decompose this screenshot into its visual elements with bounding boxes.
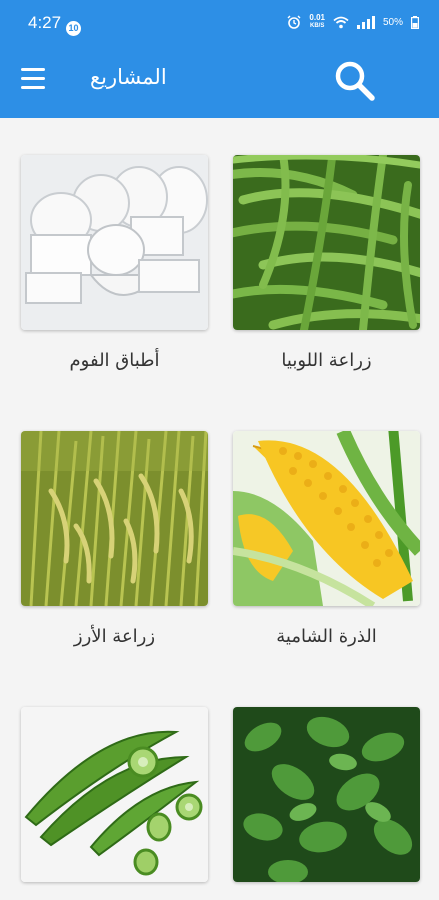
status-time: 4:27 <box>28 13 62 32</box>
project-label: الذرة الشامية <box>276 626 377 647</box>
rice-field-photo <box>21 431 208 606</box>
leafy-plant-photo <box>233 707 420 882</box>
project-label: أطباق الفوم <box>69 350 160 371</box>
project-card-rice[interactable]: زراعة الأرز <box>21 431 208 647</box>
app-bar: المشاريع <box>0 42 439 118</box>
wifi-icon <box>333 16 349 28</box>
status-icons: 0.01 KB/S 50% <box>287 14 419 30</box>
okra-photo <box>21 707 208 882</box>
project-card-leafy-plant[interactable] <box>233 707 420 882</box>
net-speed-value: 0.01 <box>309 13 325 22</box>
alarm-icon <box>287 15 301 29</box>
page-title: المشاريع <box>90 65 167 89</box>
project-card-corn[interactable]: الذرة الشامية <box>233 431 420 647</box>
project-card-okra[interactable] <box>21 707 208 882</box>
project-label: زراعة الأرز <box>73 626 156 647</box>
foam-plates-photo <box>21 155 208 330</box>
green-beans-photo <box>233 155 420 330</box>
project-card-foam-plates[interactable]: أطباق الفوم <box>21 155 208 371</box>
signal-icon <box>356 15 375 29</box>
corn-photo <box>233 431 420 606</box>
projects-grid: زراعة اللوبيا أطباق الفوم الذرة الشامية … <box>0 118 439 900</box>
notification-count-badge: 10 <box>66 21 81 36</box>
search-icon[interactable] <box>332 58 376 102</box>
status-bar: 4:27 10 0.01 KB/S 50% <box>0 0 439 42</box>
battery-percentage: 50% <box>382 16 403 28</box>
battery-icon <box>411 15 419 29</box>
net-speed-unit: KB/S <box>310 23 325 29</box>
hamburger-menu-icon[interactable] <box>21 68 47 92</box>
project-card-green-beans[interactable]: زراعة اللوبيا <box>233 155 420 371</box>
project-label: زراعة اللوبيا <box>281 350 372 371</box>
net-speed-indicator: 0.01 KB/S <box>309 14 325 30</box>
